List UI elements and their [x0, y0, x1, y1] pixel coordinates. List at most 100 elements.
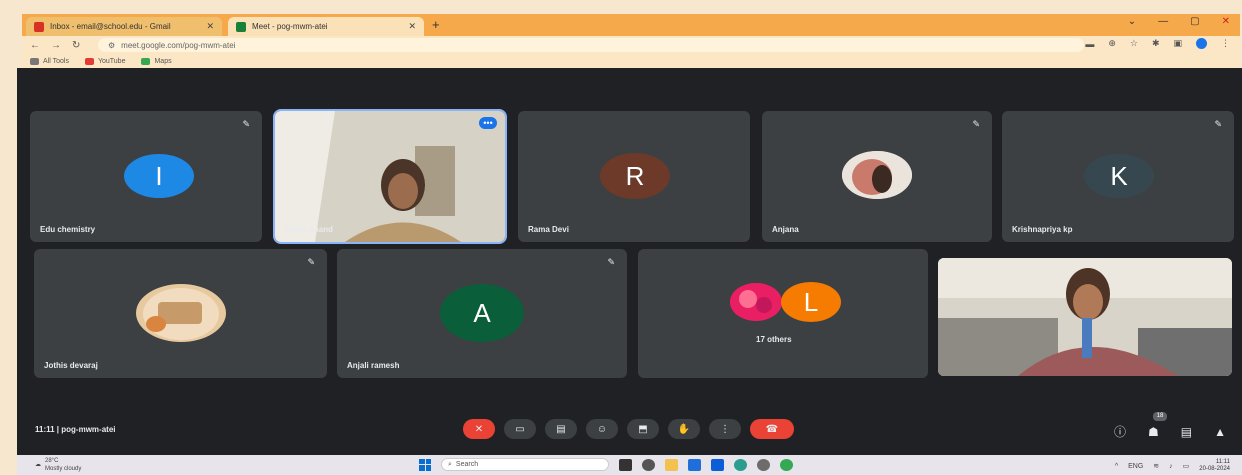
weather-desc: Mostly cloudy [45, 466, 82, 472]
participant-name: Rama Devi [528, 225, 569, 234]
camera-icon[interactable]: ▭ [504, 419, 536, 439]
activities-icon[interactable]: ▲ [1214, 425, 1226, 439]
participant-tile[interactable]: ✎ A Anjali ramesh [337, 249, 627, 378]
settings-icon[interactable] [757, 458, 770, 471]
zoom-icon[interactable]: ⊕ [1108, 38, 1116, 49]
people-icon[interactable]: ☗ [1148, 425, 1159, 439]
close-window-icon[interactable]: ✕ [1222, 16, 1230, 27]
participant-video-tile[interactable]: ••• Rahul anand [273, 109, 507, 244]
camera-in-use-icon[interactable]: ▬ [1085, 39, 1094, 49]
tab-gmail[interactable]: Inbox - email@school.edu - Gmail ✕ [26, 17, 222, 36]
browser-toolbar: ← → ↻ ⚙ meet.google.com/pog-mwm-atei ▬ ⊕… [22, 36, 1240, 54]
self-video-frame [938, 258, 1232, 376]
site-info-icon[interactable]: ⚙ [108, 41, 115, 50]
more-options-icon[interactable]: ⋮ [709, 419, 741, 439]
participant-tile[interactable]: ✎ I Edu chemistry [30, 111, 262, 242]
chat-icon[interactable]: ▤ [1181, 425, 1192, 439]
reload-icon[interactable]: ↻ [72, 40, 80, 51]
taskbar-search[interactable]: ⌕ Search [441, 458, 609, 471]
grid-icon [30, 57, 39, 65]
mail-icon[interactable] [711, 458, 724, 471]
tray-language[interactable]: ENG [1128, 463, 1143, 470]
file-explorer-icon[interactable] [619, 458, 632, 471]
bookmark-all-tools[interactable]: All Tools [30, 57, 69, 65]
tab-meet[interactable]: Meet - pog-mwm-atei ✕ [228, 17, 424, 36]
others-tile[interactable]: L 17 others [638, 249, 928, 378]
edge-icon[interactable] [734, 458, 747, 471]
emoji-icon[interactable]: ☺ [586, 419, 618, 439]
back-icon[interactable]: ← [30, 40, 40, 51]
avatar-letter: R [625, 160, 645, 191]
participant-count-badge: 18 [1153, 412, 1167, 421]
system-tray: ^ ENG ≋ ♪ ▭ 11:11 20-08-2024 [1115, 459, 1230, 473]
weather-widget[interactable]: ☁ 28°C Mostly cloudy [35, 457, 81, 473]
avatar: K [1084, 154, 1154, 198]
pin-icon[interactable]: ✎ [607, 257, 615, 268]
participant-tile[interactable]: ✎ Jothis devaraj [34, 249, 327, 378]
participant-name: Edu chemistry [40, 225, 96, 234]
address-bar[interactable]: ⚙ meet.google.com/pog-mwm-atei [98, 38, 1084, 52]
raise-hand-icon[interactable]: ✋ [668, 419, 700, 439]
participant-tile[interactable]: ✎ K Krishnapriya kp [1002, 111, 1234, 242]
task-view-icon[interactable] [642, 458, 655, 471]
avatar-letter: L [803, 286, 819, 317]
call-controls: ✕ ▭ ▤ ☺ ⬒ ✋ ⋮ ☎ [463, 419, 794, 439]
forward-icon[interactable]: → [51, 40, 61, 51]
profile-photo [730, 283, 782, 321]
chevron-down-icon[interactable]: ⌄ [1128, 16, 1136, 27]
participant-tile[interactable]: ✎ Anjana [762, 111, 992, 242]
weather-text: 28°C Mostly cloudy [45, 457, 81, 473]
leave-call-button[interactable]: ☎ [750, 419, 794, 439]
pin-icon[interactable]: ✎ [972, 119, 980, 130]
bookmark-youtube[interactable]: YouTube [84, 57, 125, 65]
self-video-tile[interactable] [938, 258, 1232, 376]
clock-time: 11:11 [1215, 459, 1230, 465]
others-count-label: 17 others [756, 335, 792, 344]
avatar: R [600, 153, 670, 199]
pin-icon[interactable]: ✎ [242, 119, 250, 130]
avatar-photo [730, 283, 782, 321]
bookmark-maps[interactable]: Maps [141, 57, 172, 65]
store-icon[interactable] [688, 458, 701, 471]
captions-icon[interactable]: ▤ [545, 419, 577, 439]
clock[interactable]: 11:11 20-08-2024 [1199, 459, 1230, 473]
taskbar: ☁ 28°C Mostly cloudy ⌕ Search ^ ENG ≋ ♪ … [17, 455, 1242, 475]
new-tab-button[interactable]: + [432, 17, 440, 32]
menu-kebab-icon[interactable]: ⋮ [1221, 38, 1230, 49]
close-tab-icon[interactable]: ✕ [206, 21, 214, 32]
extensions-icon[interactable]: ✱ [1152, 38, 1160, 49]
volume-icon[interactable]: ♪ [1169, 463, 1173, 470]
participant-tile[interactable]: R Rama Devi [518, 111, 750, 242]
taskbar-apps: ⌕ Search [419, 458, 793, 471]
participant-name: Jothis devaraj [44, 361, 98, 370]
bookmarks-bar: All Tools YouTube Maps [22, 54, 1240, 68]
avatar: A [440, 284, 524, 342]
info-icon[interactable]: ⓘ [1114, 423, 1126, 440]
windows-start-icon[interactable] [419, 458, 431, 471]
pin-icon[interactable]: ✎ [1214, 119, 1222, 130]
clock-date: 20-08-2024 [1199, 466, 1230, 472]
profile-avatar[interactable] [1196, 38, 1207, 49]
folder-icon[interactable] [665, 458, 678, 471]
profile-photo [136, 284, 226, 342]
wifi-icon[interactable]: ≋ [1153, 462, 1159, 470]
bookmark-star-icon[interactable]: ☆ [1130, 38, 1138, 49]
minimize-icon[interactable]: — [1158, 16, 1168, 27]
present-screen-icon[interactable]: ⬒ [627, 419, 659, 439]
search-placeholder: Search [455, 461, 479, 468]
more-options-button[interactable]: ••• [479, 117, 497, 129]
close-tab-icon[interactable]: ✕ [408, 21, 416, 32]
chevron-up-icon[interactable]: ^ [1115, 463, 1118, 470]
maximize-icon[interactable]: ▢ [1190, 16, 1199, 27]
avatar-letter: K [1110, 160, 1128, 191]
profile-photo [842, 151, 912, 199]
side-controls: ⓘ ☗ ▤ ▲ [1114, 423, 1226, 440]
microphone-off-icon[interactable]: ✕ [463, 419, 495, 439]
pin-icon[interactable]: ✎ [307, 257, 315, 268]
chrome-icon[interactable] [780, 458, 793, 471]
video-frame-rahul [275, 111, 505, 242]
battery-icon[interactable]: ▭ [1183, 462, 1190, 470]
sidebar-icon[interactable]: ▣ [1173, 38, 1182, 49]
toolbar-icons: ▬ ⊕ ☆ ✱ ▣ ⋮ [1085, 38, 1230, 49]
tab-label: Meet - pog-mwm-atei [252, 22, 328, 31]
